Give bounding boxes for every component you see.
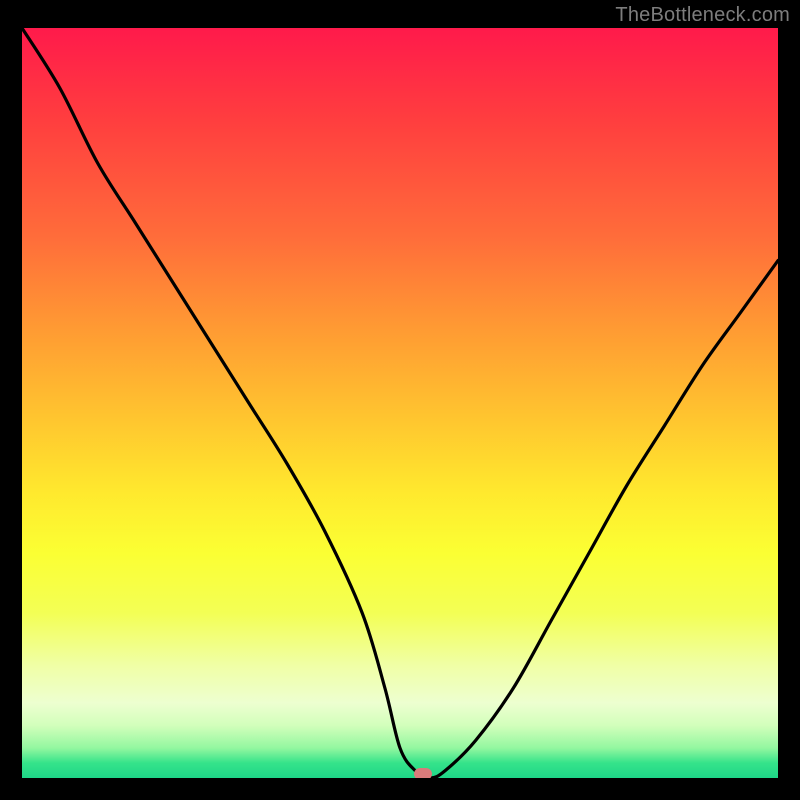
bottleneck-curve [22,28,778,778]
plot-area [22,28,778,778]
watermark-text: TheBottleneck.com [615,4,790,27]
chart-stage: TheBottleneck.com [0,0,800,800]
optimal-point-marker [414,768,432,778]
